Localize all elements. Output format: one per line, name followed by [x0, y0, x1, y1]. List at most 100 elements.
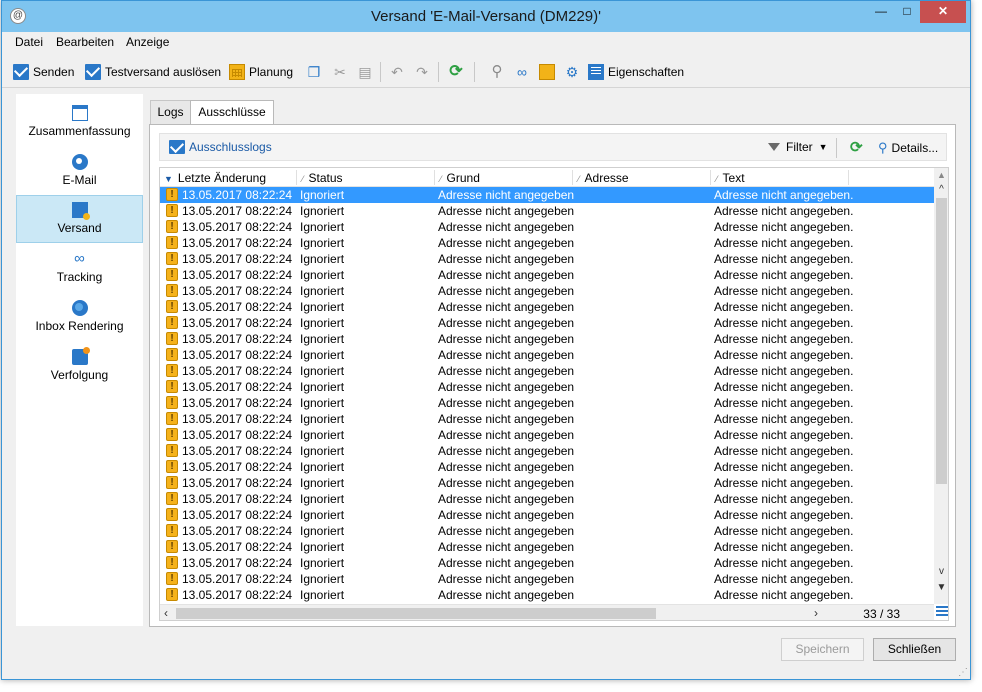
table-row[interactable]: ! 13.05.2017 08:22:24 Ignoriert Adresse nic… — [160, 475, 936, 491]
table-row[interactable]: ! 13.05.2017 08:22:24 Ignoriert Adresse nic… — [160, 443, 936, 459]
refresh-list-icon[interactable]: ⟳ — [850, 138, 863, 156]
cell-reason: Adresse nicht angegeben — [438, 364, 575, 378]
table-row[interactable]: ! 13.05.2017 08:22:24 Ignoriert Adresse nic… — [160, 571, 936, 587]
table-row[interactable]: ! 13.05.2017 08:22:24 Ignoriert Adresse nic… — [160, 315, 936, 331]
cell-reason: Adresse nicht angegeben — [438, 476, 575, 490]
cell-text: Adresse nicht angegeben. — [714, 396, 854, 410]
menu-view[interactable]: Anzeige — [126, 35, 169, 49]
maximize-button[interactable]: □ — [894, 1, 920, 23]
column-divider[interactable] — [848, 170, 849, 185]
column-divider[interactable] — [296, 170, 297, 185]
table-row[interactable]: ! 13.05.2017 08:22:24 Ignoriert Adresse nic… — [160, 491, 936, 507]
table-row[interactable]: ! 13.05.2017 08:22:24 Ignoriert Adresse nic… — [160, 267, 936, 283]
column-header-address[interactable]: ⁄ Adresse — [578, 171, 629, 185]
scroll-down-icon[interactable]: v — [934, 566, 948, 577]
table-row[interactable]: ! 13.05.2017 08:22:24 Ignoriert Adresse nic… — [160, 331, 936, 347]
minimize-button[interactable]: — — [868, 1, 894, 23]
table-row[interactable]: ! 13.05.2017 08:22:24 Ignoriert Adresse nic… — [160, 411, 936, 427]
table-row[interactable]: ! 13.05.2017 08:22:24 Ignoriert Adresse nic… — [160, 299, 936, 315]
sidebar-item-email[interactable]: E-Mail — [16, 148, 143, 196]
column-header-last-modified[interactable]: ▼ Letzte Änderung — [164, 171, 266, 185]
scroll-up-icon[interactable]: ^ — [934, 184, 948, 195]
attachment-icon: ⚲ — [491, 63, 503, 80]
menu-edit[interactable]: Bearbeiten — [56, 35, 114, 49]
redo-button[interactable]: ↷ — [414, 62, 434, 82]
planning-button[interactable]: Planung — [229, 62, 293, 82]
table-row[interactable]: ! 13.05.2017 08:22:24 Ignoriert Adresse nic… — [160, 235, 936, 251]
table-row[interactable]: ! 13.05.2017 08:22:24 Ignoriert Adresse nic… — [160, 555, 936, 571]
sort-icon: ⁄ — [716, 174, 718, 184]
column-divider[interactable] — [434, 170, 435, 185]
cell-status: Ignoriert — [300, 540, 345, 554]
table-row[interactable]: ! 13.05.2017 08:22:24 Ignoriert Adresse nic… — [160, 587, 936, 603]
refresh-button[interactable]: ⟳ — [448, 62, 468, 82]
list-menu-icon[interactable] — [936, 606, 948, 618]
cell-text: Adresse nicht angegeben. — [714, 252, 854, 266]
exclusions-table: ▼ Letzte Änderung ⁄ Status ⁄ Grund ⁄ Adresse… — [159, 167, 949, 621]
cut-button[interactable]: ✂ — [332, 62, 352, 82]
gift-button[interactable] — [539, 62, 559, 82]
table-row[interactable]: ! 13.05.2017 08:22:24 Ignoriert Adresse nic… — [160, 395, 936, 411]
vertical-scroll-thumb[interactable] — [936, 198, 947, 484]
sidebar-item-audit[interactable]: Verfolgung — [16, 343, 143, 391]
warning-icon: ! — [166, 476, 178, 489]
table-row[interactable]: ! 13.05.2017 08:22:24 Ignoriert Adresse nic… — [160, 427, 936, 443]
save-button[interactable]: Speichern — [781, 638, 864, 661]
sidebar-item-delivery[interactable]: Versand — [16, 195, 143, 243]
sidebar: Zusammenfassung E-Mail Versand ∞ Trackin… — [16, 94, 143, 626]
table-row[interactable]: ! 13.05.2017 08:22:24 Ignoriert Adresse nic… — [160, 251, 936, 267]
table-row[interactable]: ! 13.05.2017 08:22:24 Ignoriert Adresse nic… — [160, 507, 936, 523]
horizontal-scroll-thumb[interactable] — [176, 608, 656, 619]
table-row[interactable]: ! 13.05.2017 08:22:24 Ignoriert Adresse nic… — [160, 523, 936, 539]
cell-status: Ignoriert — [300, 428, 345, 442]
sidebar-item-inbox-rendering[interactable]: Inbox Rendering — [16, 294, 143, 342]
title-bar[interactable]: @ Versand 'E-Mail-Versand (DM229)' — □ ✕ — [2, 1, 970, 32]
attachment-button[interactable]: ⚲ — [489, 62, 509, 82]
table-row[interactable]: ! 13.05.2017 08:22:24 Ignoriert Adresse nic… — [160, 187, 936, 203]
scroll-left-icon[interactable]: ‹ — [164, 606, 168, 620]
scroll-bottom-icon[interactable]: ▼ — [934, 582, 948, 593]
tab-logs[interactable]: Logs — [150, 100, 191, 124]
undo-button[interactable]: ↶ — [389, 62, 409, 82]
resize-grip-icon[interactable]: ⋰ — [958, 667, 968, 678]
table-row[interactable]: ! 13.05.2017 08:22:24 Ignoriert Adresse nic… — [160, 347, 936, 363]
scroll-right-icon[interactable]: › — [814, 606, 818, 620]
tracking-button[interactable]: ⚙ — [564, 62, 584, 82]
tab-exclusions[interactable]: Ausschlüsse — [190, 100, 274, 125]
menu-file[interactable]: Datei — [15, 35, 43, 49]
table-row[interactable]: ! 13.05.2017 08:22:24 Ignoriert Adresse nic… — [160, 539, 936, 555]
paste-button[interactable]: ▤ — [357, 62, 377, 82]
cell-reason: Adresse nicht angegeben — [438, 300, 575, 314]
table-row[interactable]: ! 13.05.2017 08:22:24 Ignoriert Adresse nic… — [160, 379, 936, 395]
details-button[interactable]: ⚲ Details... — [878, 140, 938, 156]
links-button[interactable]: ∞ — [514, 62, 534, 82]
close-window-button[interactable]: ✕ — [920, 1, 966, 23]
exclusion-logs-link[interactable]: Ausschlusslogs — [169, 140, 272, 154]
sidebar-item-summary[interactable]: Zusammenfassung — [16, 99, 143, 147]
table-row[interactable]: ! 13.05.2017 08:22:24 Ignoriert Adresse nic… — [160, 283, 936, 299]
cell-last-modified: 13.05.2017 08:22:24 — [182, 572, 293, 586]
column-header-text[interactable]: ⁄ Text — [716, 171, 745, 185]
test-send-button[interactable]: Testversand auslösen — [85, 62, 221, 82]
column-divider[interactable] — [572, 170, 573, 185]
scroll-top-icon[interactable]: ▲ — [934, 170, 948, 180]
table-row[interactable]: ! 13.05.2017 08:22:24 Ignoriert Adresse nic… — [160, 203, 936, 219]
column-header-status[interactable]: ⁄ Status — [302, 171, 343, 185]
cell-status: Ignoriert — [300, 268, 345, 282]
copy-button[interactable]: ❐ — [306, 62, 326, 82]
delivery-window: @ Versand 'E-Mail-Versand (DM229)' — □ ✕… — [1, 0, 971, 680]
cell-status: Ignoriert — [300, 332, 345, 346]
close-button[interactable]: Schließen — [873, 638, 956, 661]
cell-text: Adresse nicht angegeben. — [714, 524, 854, 538]
table-row[interactable]: ! 13.05.2017 08:22:24 Ignoriert Adresse nic… — [160, 219, 936, 235]
column-header-reason[interactable]: ⁄ Grund — [440, 171, 480, 185]
properties-button[interactable]: Eigenschaften — [588, 62, 684, 82]
send-button[interactable]: Senden — [13, 62, 74, 82]
vertical-scrollbar[interactable]: ▲ ^ v ▼ — [934, 168, 948, 604]
table-row[interactable]: ! 13.05.2017 08:22:24 Ignoriert Adresse nic… — [160, 363, 936, 379]
sidebar-item-tracking[interactable]: ∞ Tracking — [16, 245, 143, 293]
column-divider[interactable] — [710, 170, 711, 185]
horizontal-scrollbar[interactable]: ‹ › 33 / 33 — [160, 604, 934, 620]
table-row[interactable]: ! 13.05.2017 08:22:24 Ignoriert Adresse nic… — [160, 459, 936, 475]
filter-dropdown[interactable]: Filter ▼ — [768, 140, 828, 154]
